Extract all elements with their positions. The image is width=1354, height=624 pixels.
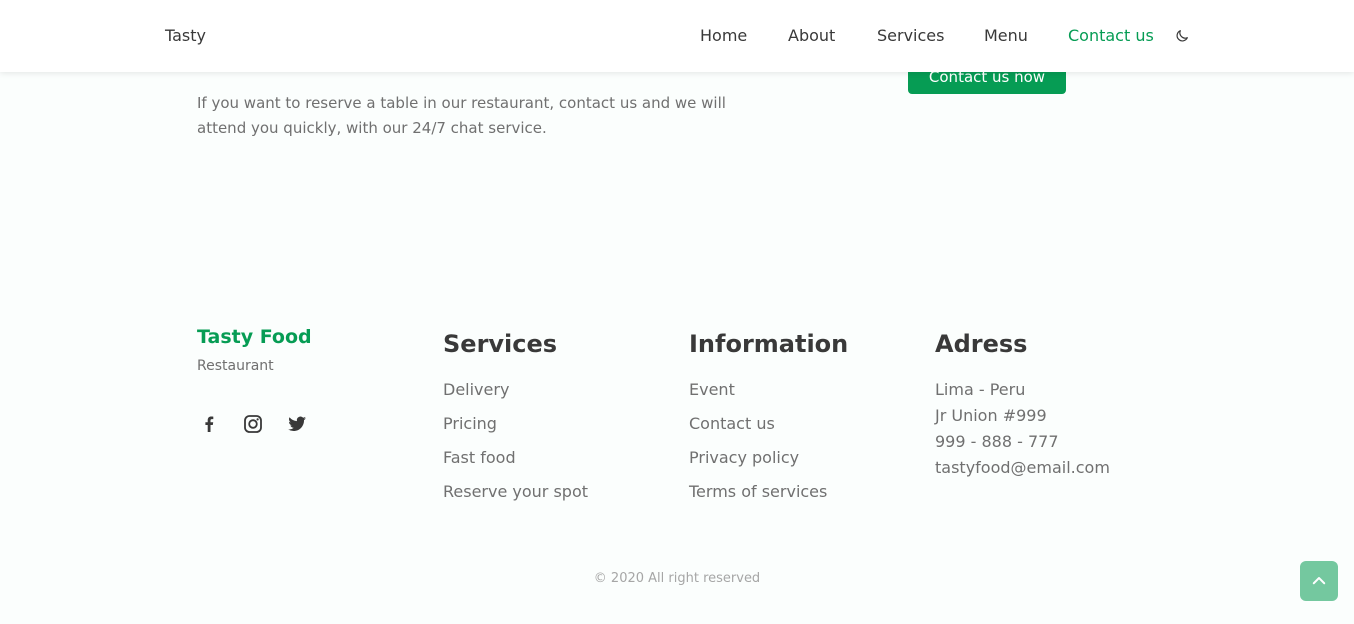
footer-address-title: Adress [935,330,1028,358]
footer-address-column: Adress Lima - Peru Jr Union #999 999 - 8… [935,326,1110,477]
footer-address-list: Lima - Peru Jr Union #999 999 - 888 - 77… [935,380,1110,484]
list-item: Contact us [689,414,827,448]
list-item: Terms of services [689,482,827,516]
footer-link-privacy[interactable]: Privacy policy [689,448,799,467]
nav-menu-link[interactable]: Menu [984,26,1028,45]
list-item: Reserve your spot [443,482,588,516]
brand-logo[interactable]: Tasty [165,26,206,45]
chevron-up-icon [1312,577,1326,585]
footer-link-contact[interactable]: Contact us [689,414,775,433]
footer-information-column: Information Event Contact us Privacy pol… [689,326,849,501]
list-item: Privacy policy [689,448,827,482]
footer-link-pricing[interactable]: Pricing [443,414,497,433]
footer-information-title: Information [689,330,849,358]
footer-brand-column: Tasty Food Restaurant [197,326,312,374]
footer-link-fast-food[interactable]: Fast food [443,448,516,467]
address-street: Jr Union #999 [935,406,1047,425]
address-phone: 999 - 888 - 777 [935,432,1059,451]
instagram-icon[interactable] [241,412,265,436]
nav-about[interactable]: About [788,26,835,45]
footer-services-title: Services [443,330,558,358]
footer-information-list: Event Contact us Privacy policy Terms of… [689,380,827,516]
footer-link-event[interactable]: Event [689,380,735,399]
list-item: Pricing [443,414,588,448]
twitter-icon[interactable] [285,412,309,436]
nav-services[interactable]: Services [877,26,944,45]
footer-services-list: Delivery Pricing Fast food Reserve your … [443,380,588,516]
facebook-icon[interactable] [197,412,221,436]
footer-brand[interactable]: Tasty Food [197,326,312,348]
list-item: Delivery [443,380,588,414]
footer-link-reserve-spot[interactable]: Reserve your spot [443,482,588,501]
address-email: tastyfood@email.com [935,458,1110,477]
footer-subtitle: Restaurant [197,358,274,374]
list-item: Fast food [443,448,588,482]
footer-link-delivery[interactable]: Delivery [443,380,509,399]
moon-icon[interactable] [1174,28,1190,44]
copyright: © 2020 All right reserved [593,571,761,586]
nav-contact[interactable]: Contact us [1068,26,1154,45]
footer-link-terms[interactable]: Terms of services [689,482,827,501]
header: Tasty Home About Services Menu Contact u… [0,0,1354,72]
nav-home[interactable]: Home [700,26,747,45]
list-item: Event [689,380,827,414]
contact-description: If you want to reserve a table in our re… [197,94,726,137]
footer-services-column: Services Delivery Pricing Fast food Rese… [443,326,588,501]
address-city: Lima - Peru [935,380,1026,399]
scroll-top-button[interactable] [1300,561,1338,601]
